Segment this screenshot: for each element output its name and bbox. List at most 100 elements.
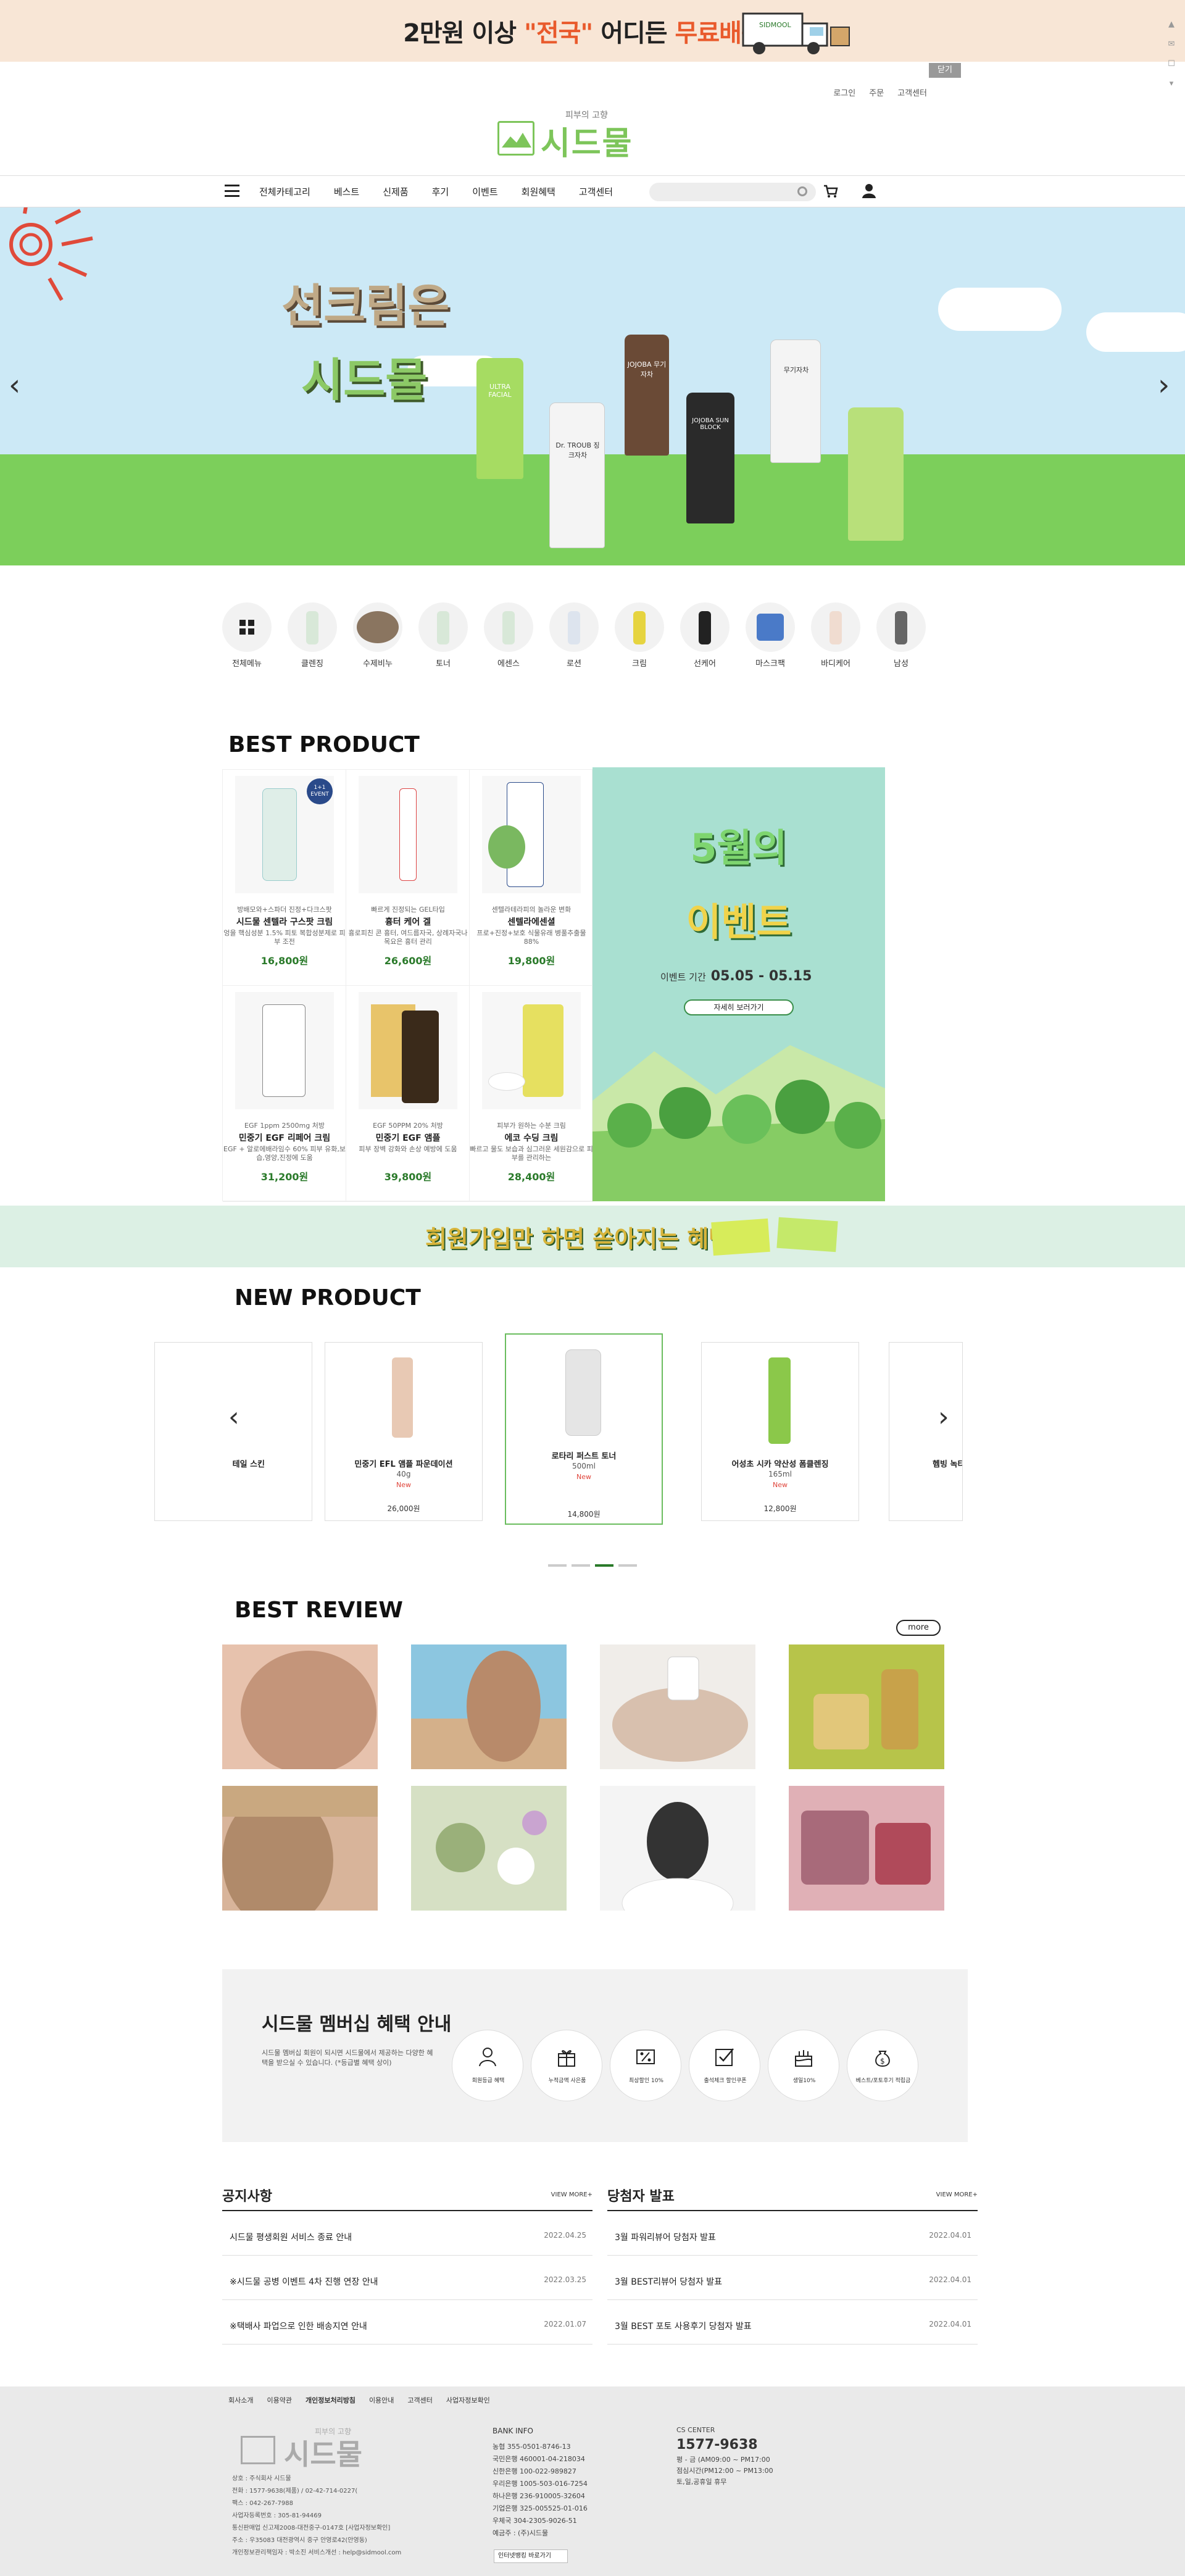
product-card[interactable]: 어성초 시카 약산성 폼클렌징 165ml New 12,800원 xyxy=(701,1342,859,1521)
category-item[interactable]: 전체메뉴 xyxy=(221,602,273,670)
category-image xyxy=(353,602,402,652)
review-image[interactable] xyxy=(600,1786,755,1911)
notice-row[interactable]: 시드물 평생회원 서비스 종료 안내 2022.04.25 xyxy=(222,2211,592,2256)
footer-link[interactable]: 고객센터 xyxy=(407,2395,432,2405)
notice-row[interactable]: ※시드물 공병 이벤트 4차 진행 연장 안내 2022.03.25 xyxy=(222,2256,592,2300)
nav-item-event[interactable]: 이벤트 xyxy=(472,185,497,198)
product-card[interactable]: 빠르게 진정되는 GEL타입 흉터 케어 겔 흉로피친 콘 흉터, 여드름자국,… xyxy=(346,770,470,986)
side-ctrl-down[interactable]: ▾ xyxy=(1165,74,1178,94)
more-reviews-button[interactable]: more xyxy=(896,1620,941,1636)
pagination-dot[interactable] xyxy=(618,1564,637,1567)
category-item[interactable]: 선케어 xyxy=(679,602,731,670)
category-item[interactable]: 에센스 xyxy=(483,602,534,670)
category-item[interactable]: 마스크팩 xyxy=(744,602,796,670)
side-ctrl-top[interactable]: ▲ xyxy=(1165,15,1178,35)
pagination-dot-active[interactable] xyxy=(595,1564,613,1567)
product-card[interactable]: 1+1 EVENT 방배모와+스파더 진정+다크스팟 시드물 센텔라 구스팟 크… xyxy=(223,770,346,986)
review-image[interactable] xyxy=(411,1786,567,1911)
hero-next-arrow[interactable]: › xyxy=(1158,368,1170,402)
nav-item-new[interactable]: 신제품 xyxy=(383,185,408,198)
user-icon[interactable] xyxy=(862,183,876,198)
review-image[interactable] xyxy=(222,1786,378,1911)
review-image[interactable] xyxy=(789,1786,944,1911)
product-name: 민중기 EFL 앰플 파운데이션 xyxy=(354,1460,453,1469)
product-card[interactable]: 민중기 EFL 앰플 파운데이션 40g New 26,000원 xyxy=(325,1342,483,1521)
benefit-item[interactable]: 회원등급 혜택 xyxy=(452,2030,523,2101)
benefit-label: 누적금액 사은품 xyxy=(548,2078,586,2084)
category-item[interactable]: 수제비누 xyxy=(352,602,404,670)
signup-benefit-banner[interactable]: 회원가입만 하면 쏟아지는 혜택 !! xyxy=(0,1206,1185,1267)
customer-center-link[interactable]: 고객센터 xyxy=(897,86,927,98)
footer-link[interactable]: 사업자정보확인 xyxy=(446,2395,490,2405)
carousel-next-arrow[interactable]: › xyxy=(938,1401,949,1433)
pagination-dot[interactable] xyxy=(548,1564,567,1567)
product-tube xyxy=(848,407,904,541)
product-subtitle: 센텔라테라피의 놀라운 변화 xyxy=(491,906,572,914)
footer-link[interactable]: 회사소개 xyxy=(228,2395,253,2405)
top-promo-banner[interactable]: 2만원 이상 "전국" 어디든 무료배송 ! SIDMOOL xyxy=(0,0,1185,62)
footer-link[interactable]: 이용약관 xyxy=(267,2395,291,2405)
hero-prev-arrow[interactable]: ‹ xyxy=(9,368,20,402)
product-price: 16,800원 xyxy=(260,955,309,967)
winner-row[interactable]: 3월 파워리뷰어 당첨자 발표 2022.04.01 xyxy=(607,2211,978,2256)
event-details-button[interactable]: 자세히 보러가기 xyxy=(684,999,794,1015)
carousel-prev-arrow[interactable]: ‹ xyxy=(228,1401,239,1433)
benefit-item[interactable]: $ 베스트/포토후기 적립금 xyxy=(847,2030,918,2101)
benefit-item[interactable]: 출석체크 할인쿠폰 xyxy=(689,2030,760,2101)
nav-item-review[interactable]: 후기 xyxy=(432,185,449,198)
product-card[interactable]: 피부가 원하는 수분 크림 에코 수딩 크림 빠르고 물도 보습과 심그러운 세… xyxy=(470,986,593,1202)
search-icon[interactable] xyxy=(797,186,807,196)
category-item[interactable]: 클렌징 xyxy=(286,602,338,670)
benefit-item[interactable]: 누적금액 사은품 xyxy=(531,2030,602,2101)
site-footer: 회사소개 이용약관 개인정보처리방침 이용안내 고객센터 사업자정보확인 피부의… xyxy=(0,2386,1185,2576)
hero-slider[interactable]: 선크림은 시드물 ‹ › ULTRA FACIAL Dr. TROUB 징크자차… xyxy=(0,207,1185,565)
side-ctrl-mail[interactable]: ✉ xyxy=(1165,35,1178,54)
pagination-dot[interactable] xyxy=(572,1564,590,1567)
notice-row[interactable]: ※택배사 파업으로 인한 배송지연 안내 2022.01.07 xyxy=(222,2300,592,2345)
main-navigation: 전체카테고리 베스트 신제품 후기 이벤트 회원혜택 고객센터 xyxy=(0,175,1185,207)
may-event-banner[interactable]: 5월의 이벤트 이벤트 기간 05.05 - 05.15 자세히 보러가기 xyxy=(592,767,885,1201)
winners-view-more[interactable]: VIEW MORE+ xyxy=(936,2191,978,2198)
login-link[interactable]: 로그인 xyxy=(833,86,855,98)
new-badge: New xyxy=(576,1473,591,1481)
nav-item-best[interactable]: 베스트 xyxy=(334,185,359,198)
search-input[interactable] xyxy=(649,183,816,201)
bank-info: BANK INFO 농협 355-0501-8746-13 국민은행 460001… xyxy=(493,2427,588,2537)
review-image[interactable] xyxy=(222,1644,378,1769)
cart-icon[interactable] xyxy=(823,185,838,198)
product-card[interactable]: EGF 1ppm 2500mg 처방 민중기 EGF 리페어 크림 EGF + … xyxy=(223,986,346,1202)
footer-link[interactable]: 이용안내 xyxy=(369,2395,394,2405)
side-ctrl-box[interactable]: ☐ xyxy=(1165,54,1178,74)
nav-item-all-categories[interactable]: 전체카테고리 xyxy=(259,185,310,198)
nav-item-member-benefits[interactable]: 회원혜택 xyxy=(522,185,555,198)
category-item[interactable]: 크림 xyxy=(613,602,665,670)
product-card[interactable]: EGF 50PPM 20% 처방 민중기 EGF 앰플 피부 장벽 강화와 손상… xyxy=(346,986,470,1202)
product-card[interactable]: 헴빙 녹티 xyxy=(889,1342,963,1521)
site-logo[interactable]: 피부의 고향 시드물 xyxy=(497,109,646,162)
winner-row[interactable]: 3월 BEST 포토 사용후기 당첨자 발표 2022.04.01 xyxy=(607,2300,978,2345)
review-image[interactable] xyxy=(411,1644,567,1769)
category-item[interactable]: 남성 xyxy=(875,602,927,670)
product-card[interactable]: 로타리 퍼스트 토너 500ml New 14,800원 xyxy=(505,1333,663,1525)
benefit-item[interactable]: 최상할인 10% xyxy=(610,2030,681,2101)
best-product-grid: 1+1 EVENT 방배모와+스파더 진정+다크스팟 시드물 센텔라 구스팟 크… xyxy=(222,769,593,1202)
hamburger-menu-icon[interactable] xyxy=(225,185,239,197)
footer-link[interactable]: 개인정보처리방침 xyxy=(306,2395,356,2405)
review-image[interactable] xyxy=(600,1644,755,1769)
side-quick-controls[interactable]: ▲ ✉ ☐ ▾ xyxy=(1165,15,1178,94)
bank-shortcut-select[interactable]: 인터넷뱅킹 바로가기 xyxy=(494,2549,568,2563)
category-item[interactable]: 토너 xyxy=(417,602,469,670)
category-item[interactable]: 바디케어 xyxy=(810,602,862,670)
notice-view-more[interactable]: VIEW MORE+ xyxy=(551,2191,592,2198)
nav-item-customer-center[interactable]: 고객센터 xyxy=(579,185,613,198)
close-banner-button[interactable]: 닫기 xyxy=(929,63,961,78)
cloud xyxy=(938,288,1062,331)
product-name: 테일 스킨 xyxy=(232,1460,265,1469)
category-image xyxy=(680,602,730,652)
order-link[interactable]: 주문 xyxy=(869,86,884,98)
review-image[interactable] xyxy=(789,1644,944,1769)
category-item[interactable]: 로션 xyxy=(548,602,600,670)
product-card[interactable]: 센텔라테라피의 놀라운 변화 센텔라에센셜 프로+진정+보호 식물유래 병풀추출… xyxy=(470,770,593,986)
winner-row[interactable]: 3월 BEST리뷰어 당첨자 발표 2022.04.01 xyxy=(607,2256,978,2300)
benefit-item[interactable]: 생일10% xyxy=(768,2030,839,2101)
